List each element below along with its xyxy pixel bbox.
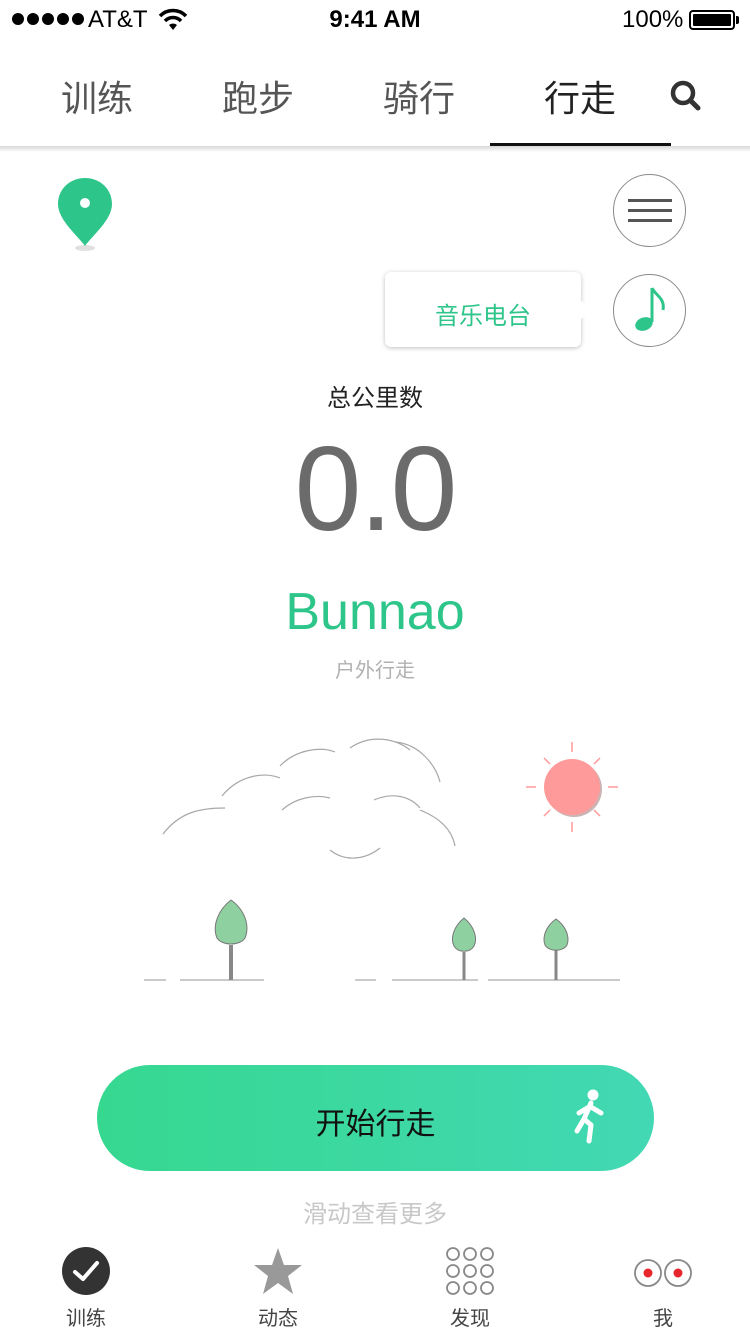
nav-label-discover: 发现 <box>450 1308 490 1330</box>
cloud-illustration <box>162 738 456 859</box>
total-km-value: 0.0 <box>294 422 458 556</box>
top-tab-bar: 训练 跑步 骑行 行走 <box>0 46 750 148</box>
sun-illustration <box>526 742 618 832</box>
bottom-nav-bar: 训练 动态 发现 我 <box>0 1240 750 1334</box>
eyes-icon <box>634 1259 692 1287</box>
music-radio-label: 音乐电台 <box>435 303 531 330</box>
menu-button[interactable] <box>613 174 686 247</box>
check-circle-icon <box>62 1247 110 1295</box>
tree-illustration <box>543 918 569 980</box>
activity-mode: 户外行走 <box>335 660 415 682</box>
star-icon <box>254 1248 302 1294</box>
walking-person-icon <box>574 1089 604 1144</box>
search-icon[interactable] <box>664 74 708 118</box>
menu-line <box>628 209 672 212</box>
tab-walking[interactable]: 行走 <box>500 70 660 122</box>
nav-item-me[interactable]: 我 <box>603 1240 723 1334</box>
location-pin-icon[interactable] <box>54 176 116 252</box>
music-button[interactable] <box>613 274 686 347</box>
start-walking-button[interactable]: 开始行走 <box>97 1065 654 1171</box>
tab-training[interactable]: 训练 <box>17 70 177 122</box>
nav-label-feed: 动态 <box>258 1308 298 1330</box>
battery-icon <box>689 10 735 30</box>
menu-line <box>628 199 672 202</box>
nav-label-me: 我 <box>653 1308 673 1330</box>
grid-dots-icon <box>446 1247 494 1295</box>
tab-bar-shadow <box>0 146 750 152</box>
tree-illustration <box>214 899 248 980</box>
tab-running[interactable]: 跑步 <box>178 70 338 122</box>
nav-label-training: 训练 <box>66 1308 106 1330</box>
status-bar: AT&T 9:41 AM 100% <box>0 0 750 40</box>
nav-item-discover[interactable]: 发现 <box>410 1240 530 1334</box>
total-km-label: 总公里数 <box>327 385 423 412</box>
menu-line <box>628 219 672 222</box>
battery-tip <box>736 16 739 24</box>
tree-illustration <box>451 917 477 980</box>
tab-cycling[interactable]: 骑行 <box>339 70 499 122</box>
music-note-icon <box>634 286 665 331</box>
brand-name: Bunnao <box>285 583 465 641</box>
battery-percentage: 100% <box>622 6 684 33</box>
music-radio-tooltip[interactable]: 音乐电台 <box>385 272 592 347</box>
landscape-illustration <box>144 738 620 981</box>
nav-item-training[interactable]: 训练 <box>26 1240 146 1334</box>
scroll-hint: 滑动查看更多 <box>303 1201 447 1228</box>
nav-item-feed[interactable]: 动态 <box>218 1240 338 1334</box>
